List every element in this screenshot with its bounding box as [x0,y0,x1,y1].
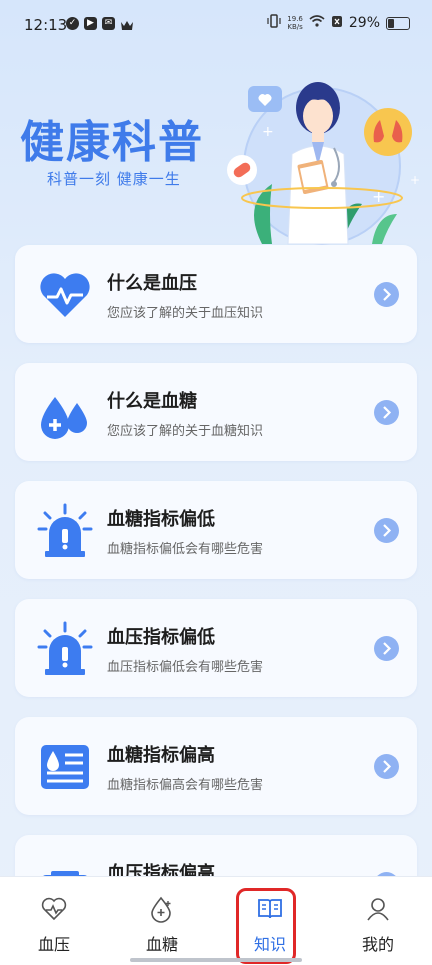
wifi-icon [309,15,325,31]
battery-level: 29% [348,15,380,31]
hero-subtitle: 科普一刻 健康一生 [47,170,181,188]
knowledge-card-low-blood-sugar[interactable]: 血糖指标偏低 血糖指标偏低会有哪些危害 [15,481,417,579]
bottom-tab-bar: 血压 血糖 知识 我的 [0,876,432,965]
chevron-right-icon[interactable] [374,282,399,307]
tab-knowledge[interactable]: 知识 [216,877,324,965]
tab-profile[interactable]: 我的 [324,877,432,965]
svg-text:+: + [410,173,420,187]
tab-label: 知识 [253,935,286,954]
card-title: 血压指标偏低 [107,627,215,648]
card-description: 血糖指标偏低会有哪些危害 [107,542,264,557]
vibrate-icon [267,14,281,32]
svg-text:+: + [262,124,274,140]
alarm-light-icon [37,503,93,559]
knowledge-card-high-blood-sugar[interactable]: 血糖指标偏高 血糖指标偏高会有哪些危害 [15,717,417,815]
card-title: 什么是血压 [107,273,197,294]
home-indicator[interactable] [130,958,302,962]
battery-icon [386,16,410,30]
book-outline-icon [256,895,284,923]
chevron-right-icon[interactable] [374,518,399,543]
tab-blood-pressure[interactable]: 血压 [0,877,108,965]
heart-pulse-icon [37,267,93,323]
card-description: 血压指标偏低会有哪些危害 [107,660,264,675]
card-title: 什么是血糖 [107,391,197,412]
drop-plus-outline-icon [148,895,176,923]
notification-icons: ✓ ▶ ✉ [66,17,134,30]
doctor-illustration: + + + [222,74,422,250]
system-status: 19.6 KB/s 29% [267,14,410,32]
play-app-icon: ▶ [84,17,97,30]
card-description: 您应该了解的关于血压知识 [107,306,264,321]
network-speed: 19.6 KB/s [287,15,303,31]
knowledge-card-blood-sugar[interactable]: 什么是血糖 您应该了解的关于血糖知识 [15,363,417,461]
tab-blood-sugar[interactable]: 血糖 [108,877,216,965]
heart-pulse-outline-icon [40,895,68,923]
knowledge-card-low-blood-pressure[interactable]: 血压指标偏低 血压指标偏低会有哪些危害 [15,599,417,697]
blood-drops-icon [37,385,93,441]
status-time: 12:13 [24,16,68,34]
mail-app-icon: ✉ [102,17,115,30]
check-circle-icon: ✓ [66,17,79,30]
medical-report-icon [37,739,93,795]
tab-label: 血糖 [145,935,178,954]
alarm-light-icon [37,621,93,677]
chevron-right-icon[interactable] [374,400,399,425]
card-title: 血糖指标偏低 [107,509,215,530]
status-bar: 12:13 ✓ ▶ ✉ 19.6 KB/s 29% [0,0,432,50]
card-description: 您应该了解的关于血糖知识 [107,424,264,439]
user-outline-icon [364,895,392,923]
chevron-right-icon[interactable] [374,754,399,779]
hero-title: 健康科普 [20,117,204,168]
card-description: 血糖指标偏高会有哪些危害 [107,778,264,793]
knowledge-card-blood-pressure[interactable]: 什么是血压 您应该了解的关于血压知识 [15,245,417,343]
tab-label: 血压 [37,935,70,954]
crown-icon [120,17,134,30]
no-sim-icon [331,15,343,32]
hero-banner: 健康科普 科普一刻 健康一生 + + + [0,50,432,246]
tab-label: 我的 [361,935,394,954]
chevron-right-icon[interactable] [374,636,399,661]
card-title: 血糖指标偏高 [107,745,215,766]
